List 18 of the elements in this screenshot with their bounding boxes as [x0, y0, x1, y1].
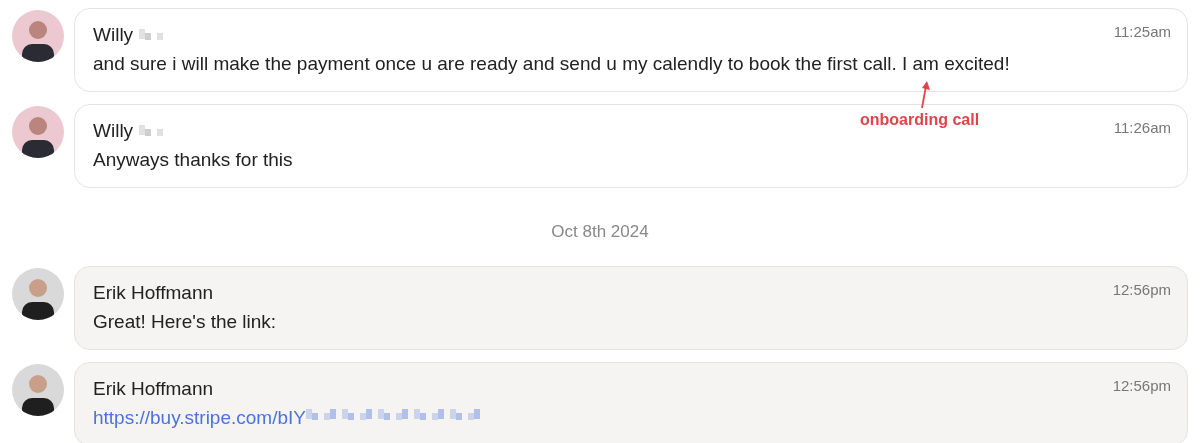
- annotation-label: onboarding call: [860, 111, 980, 129]
- avatar: [12, 268, 64, 320]
- message-time: 12:56pm: [1112, 281, 1171, 298]
- message-time: 11:25am: [1113, 23, 1171, 40]
- author-name: Willy: [93, 120, 134, 142]
- date-divider: Oct 8th 2024: [551, 222, 649, 242]
- avatar: [12, 106, 64, 158]
- avatar: [12, 10, 64, 62]
- author-name: Willy: [93, 24, 134, 46]
- message-time: 12:56pm: [1112, 377, 1171, 394]
- author-name: Erik Hoffmann: [93, 378, 214, 400]
- avatar: [12, 364, 64, 416]
- message-time: 11:26am: [1113, 119, 1171, 136]
- message-text: Anyways thanks for this: [93, 149, 294, 171]
- message-text: and sure i will make the payment once u are ready and send u my calendly to book the first call. I am excited!: [93, 53, 1011, 75]
- message-text: Great! Here's the link:: [93, 311, 278, 333]
- author-name: Erik Hoffmann: [93, 282, 214, 304]
- payment-link[interactable]: https://buy.stripe.com/bIY: [93, 407, 306, 429]
